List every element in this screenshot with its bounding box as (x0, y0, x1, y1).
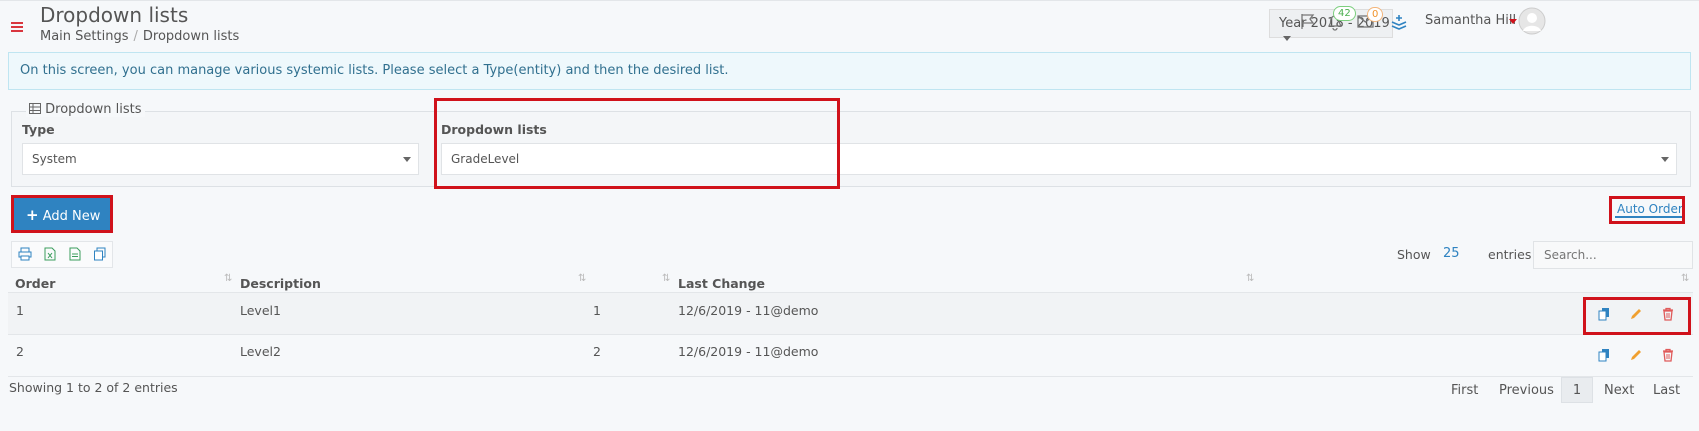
csv-icon[interactable] (68, 247, 82, 261)
type-label: Type (22, 122, 55, 137)
export-toolbar (11, 241, 113, 268)
pager-page-1[interactable]: 1 (1561, 377, 1593, 403)
sort-icon[interactable]: ⇅ (1681, 273, 1689, 284)
cell-value: 2 (593, 344, 601, 359)
cell-description: Level2 (240, 344, 281, 359)
showing-info: Showing 1 to 2 of 2 entries (9, 380, 178, 395)
type-select[interactable]: System (22, 143, 419, 175)
search-input[interactable] (1533, 241, 1693, 269)
page-size-select[interactable]: 25 (1443, 246, 1460, 261)
type-select-value: System (32, 152, 77, 166)
cell-description: Level1 (240, 303, 281, 318)
duplicate-icon[interactable] (1597, 348, 1611, 362)
column-header-last-change[interactable]: Last Change (678, 276, 765, 291)
entries-label: entries (1488, 247, 1532, 262)
chevron-down-icon (1661, 157, 1669, 162)
chevron-down-icon (1283, 36, 1291, 41)
user-name[interactable]: Samantha Hill (1425, 13, 1516, 28)
cell-order: 2 (16, 344, 24, 359)
highlight-box-add (11, 195, 113, 233)
page-title: Dropdown lists (40, 3, 189, 27)
sort-icon[interactable]: ⇅ (1246, 273, 1254, 284)
flag-icon[interactable] (1299, 13, 1316, 30)
highlight-box-auto-order (1609, 196, 1685, 224)
edit-icon[interactable] (1629, 348, 1643, 362)
table-icon (29, 103, 41, 114)
cell-last-change: 12/6/2019 - 11@demo (678, 344, 819, 359)
breadcrumb-current: Dropdown lists (142, 29, 240, 44)
chevron-down-icon (403, 157, 411, 162)
cell-value: 1 (593, 303, 601, 318)
print-icon[interactable] (18, 247, 32, 261)
column-header-order[interactable]: Order (15, 276, 55, 291)
notif-badge: 42 (1333, 6, 1356, 21)
pager-next[interactable]: Next (1604, 383, 1634, 398)
column-header-description[interactable]: Description (240, 276, 321, 291)
sort-icon[interactable]: ⇅ (224, 273, 232, 284)
cell-last-change: 12/6/2019 - 11@demo (678, 303, 819, 318)
pager-first[interactable]: First (1451, 383, 1478, 398)
avatar[interactable] (1518, 7, 1546, 35)
layers-icon[interactable] (1390, 13, 1408, 31)
pager-previous[interactable]: Previous (1499, 383, 1554, 398)
menu-icon[interactable] (11, 22, 23, 34)
delete-icon[interactable] (1661, 348, 1675, 362)
breadcrumb-main-settings[interactable]: Main Settings (40, 29, 129, 44)
sort-icon[interactable]: ⇅ (662, 273, 670, 284)
info-banner: On this screen, you can manage various s… (8, 52, 1691, 90)
highlight-box-list (434, 98, 840, 189)
sort-icon[interactable]: ⇅ (578, 273, 586, 284)
filter-legend-label: Dropdown lists (45, 102, 142, 117)
copy-icon[interactable] (93, 247, 107, 261)
filter-legend: Dropdown lists (26, 102, 145, 117)
excel-icon[interactable] (43, 247, 57, 261)
pager-last[interactable]: Last (1653, 383, 1680, 398)
user-menu-chevron-icon[interactable] (1509, 19, 1517, 24)
breadcrumb: Main Settings / Dropdown lists (40, 29, 240, 44)
highlight-box-actions (1583, 297, 1691, 335)
show-label: Show (1397, 247, 1431, 262)
cell-order: 1 (16, 303, 24, 318)
